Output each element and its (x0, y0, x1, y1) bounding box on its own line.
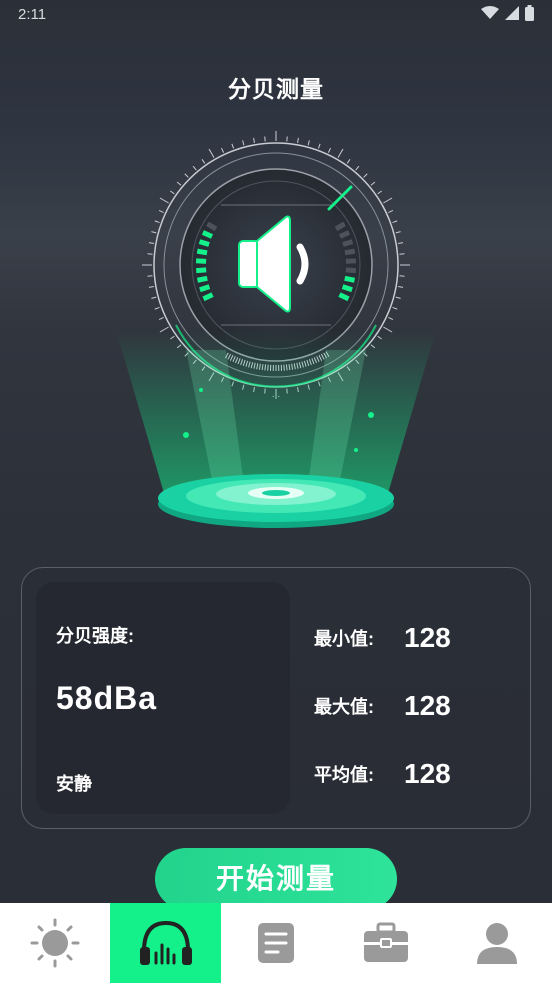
stat-value: 128 (404, 758, 451, 789)
noise-status: 安静 (56, 774, 92, 794)
stat-max: 最大值: 128 (314, 690, 451, 722)
nav-item-toolbox[interactable] (331, 903, 441, 983)
decibel-value: 58dBa (56, 680, 158, 716)
start-measure-button[interactable]: 开始测量 (155, 848, 397, 910)
toolbox-icon (364, 922, 409, 962)
status-time: 2:11 (18, 6, 47, 23)
stat-label: 最小值: (314, 629, 374, 649)
stats-card: 分贝强度: 58dBa 安静 最小值: 128 最大值: 128 平均值: 12… (21, 567, 531, 829)
strength-label: 分贝强度: (56, 626, 134, 646)
hologram-platform (158, 474, 394, 528)
stat-label: 平均值: (314, 765, 374, 785)
nav-item-document[interactable] (221, 903, 331, 983)
nav-item-decibel[interactable] (110, 903, 221, 983)
meter-panel: 分贝强度: 58dBa 安静 (36, 582, 290, 814)
stat-label: 最大值: (314, 697, 374, 717)
stat-avg: 平均值: 128 (314, 758, 451, 790)
page-title: 分贝测量 (228, 76, 324, 102)
nav-item-sun[interactable] (0, 903, 110, 983)
bottom-nav (0, 903, 552, 983)
wifi-icon (481, 6, 499, 19)
stat-min: 最小值: 128 (314, 622, 451, 654)
sun-icon (30, 918, 80, 968)
document-icon (257, 923, 294, 963)
user-icon (476, 923, 517, 964)
battery-icon (525, 5, 534, 21)
stat-value: 128 (404, 690, 451, 721)
status-icons (481, 5, 534, 21)
nav-item-profile[interactable] (442, 903, 552, 983)
headphones-icon (139, 920, 192, 965)
status-bar: 2:11 (0, 0, 552, 30)
signal-icon (505, 6, 519, 20)
stat-value: 128 (404, 622, 451, 653)
